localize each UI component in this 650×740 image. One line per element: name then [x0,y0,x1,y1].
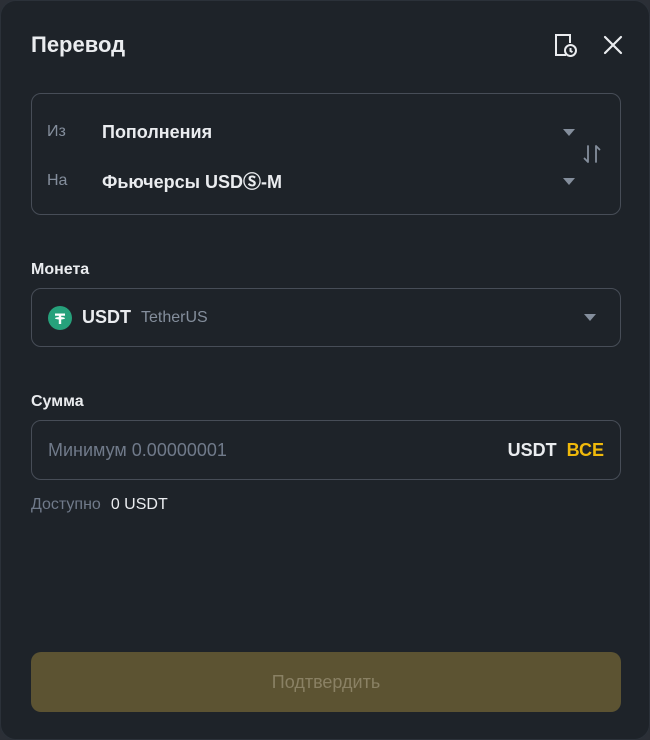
coin-symbol: USDT [82,307,131,327]
max-all-button[interactable]: ВСЕ [567,440,604,461]
transfer-modal: Перевод Из Пополнения На Фьючерсы USDⓈ-M… [0,0,650,740]
from-label: Из [47,123,66,140]
coin-name: TetherUS [141,308,208,326]
to-label: На [47,172,68,189]
chevron-down-icon [563,128,575,136]
amount-unit: USDT [507,439,557,460]
to-account-select[interactable]: На Фьючерсы USDⓈ-M [32,162,577,200]
coin-select[interactable]: USDT TetherUS [31,288,621,347]
amount-input[interactable] [48,439,508,461]
available-label: Доступно [31,496,101,513]
from-account-value: Пополнения [102,121,213,142]
coin-label: Монета [31,261,90,278]
transfer-direction-box: Из Пополнения На Фьючерсы USDⓈ-M [31,93,621,215]
amount-field-box: USDT ВСЕ [31,420,621,480]
history-icon[interactable] [551,31,579,59]
amount-label: Сумма [31,393,84,410]
available-value: 0 USDT [110,496,168,513]
close-icon[interactable] [599,31,627,59]
chevron-down-icon [584,314,596,321]
usdt-coin-icon [48,305,72,330]
modal-header: Перевод [31,29,627,61]
swap-icon[interactable] [580,142,604,166]
confirm-button[interactable]: Подтвердить [31,652,621,712]
modal-title: Перевод [31,32,126,57]
from-account-select[interactable]: Из Пополнения [32,113,577,151]
header-actions [551,31,627,59]
available-balance: Доступно 0 USDT [31,496,168,514]
chevron-down-icon [563,177,575,185]
to-account-value: Фьючерсы USDⓈ-M [102,172,282,192]
